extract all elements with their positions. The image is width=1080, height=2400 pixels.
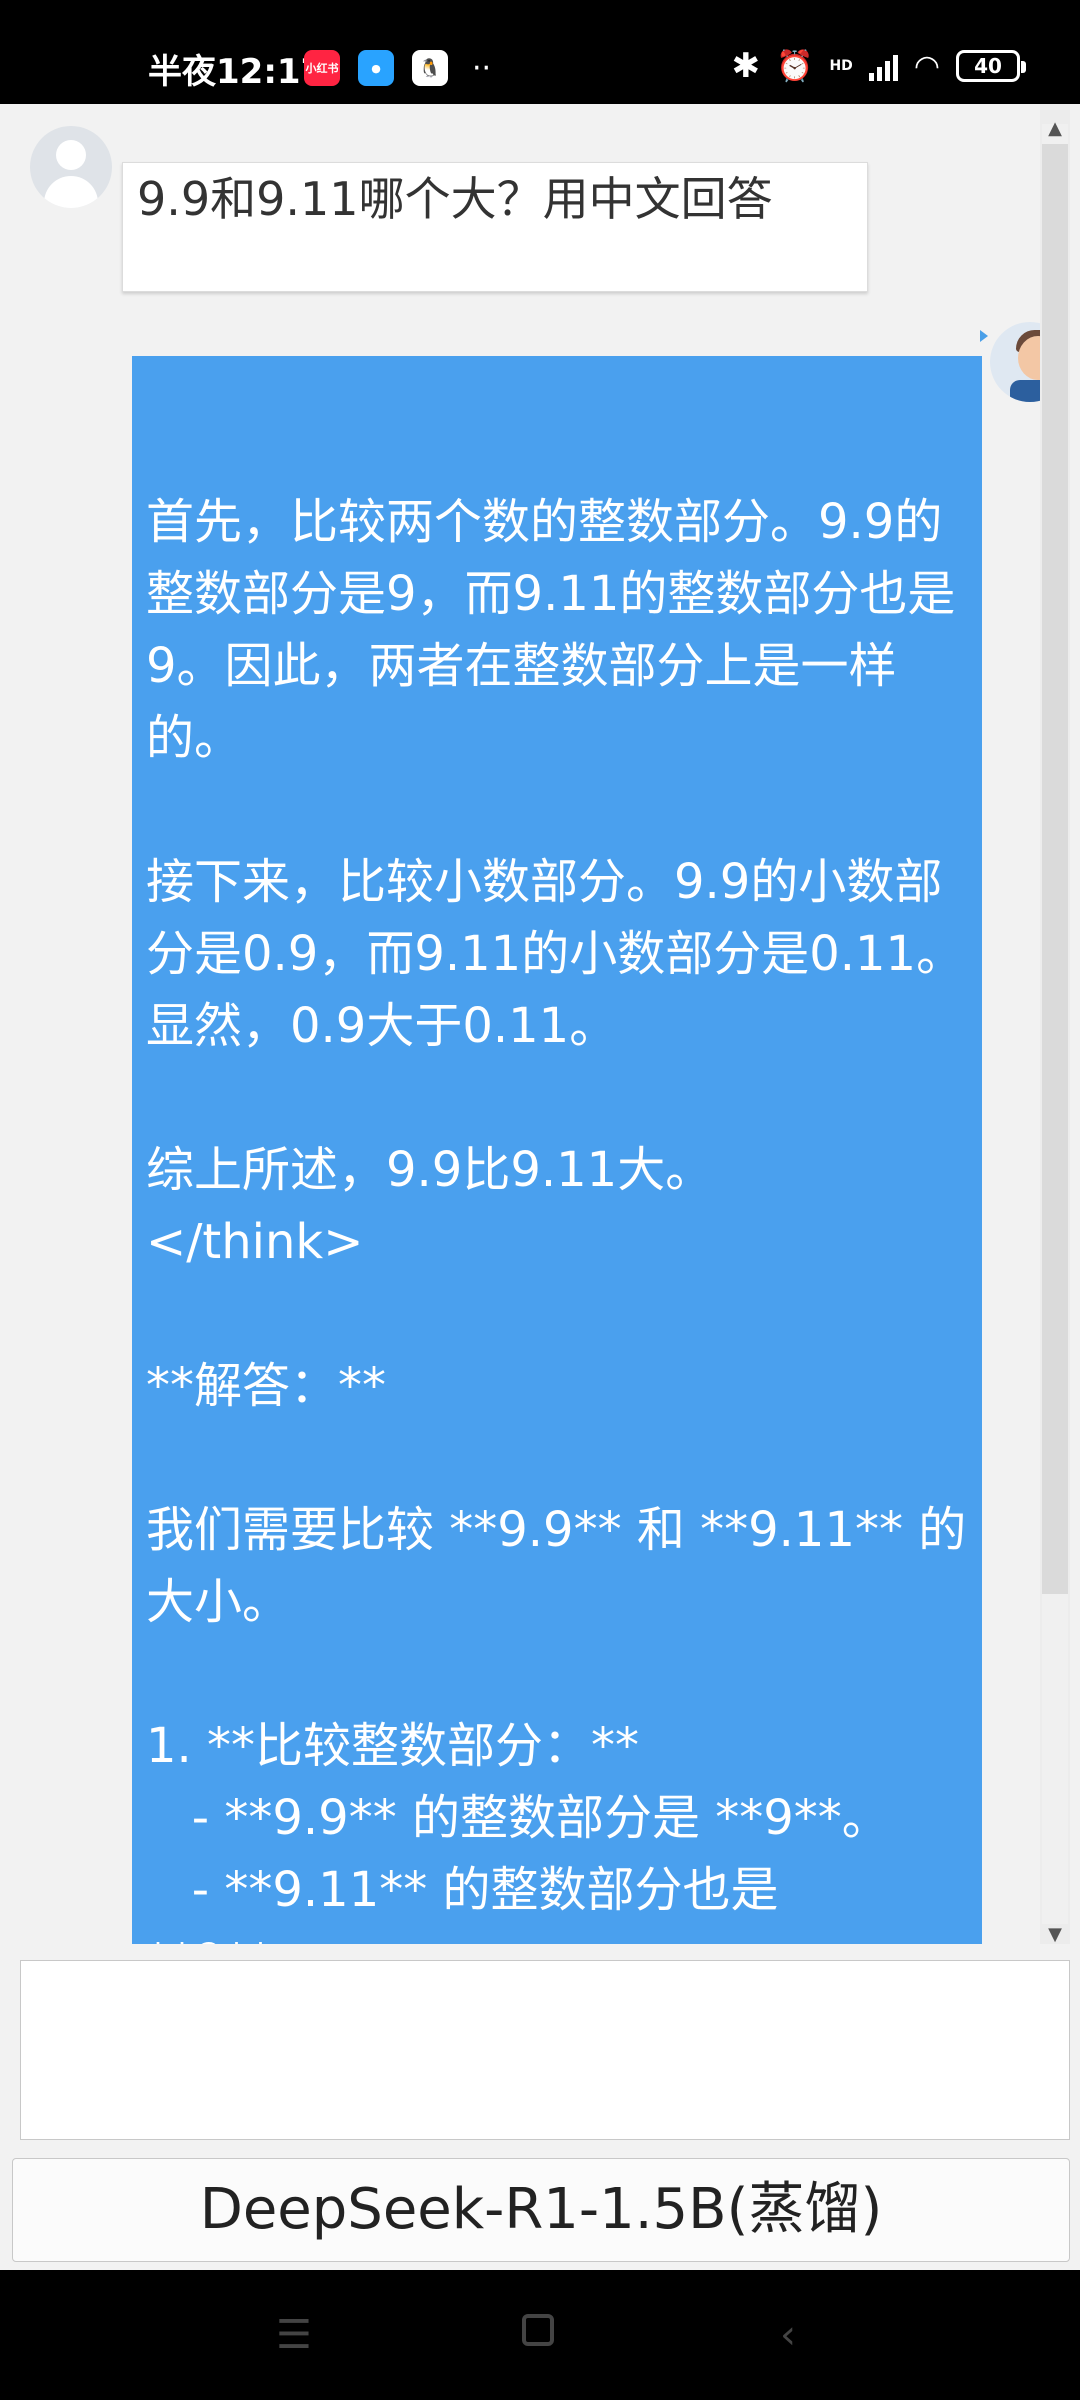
chat-app: 9.9和9.11哪个大？用中文回答 首先，比较两个数的整数部分。9.9的整数部分… bbox=[0, 104, 1080, 2270]
navigation-bar: ☰ ‹ bbox=[0, 2270, 1080, 2400]
status-bar: 半夜12:17 小红书 ● 🐧 ·· ✱ ⏰ HD ◠ 40 bbox=[0, 0, 1080, 104]
user-message: 9.9和9.11哪个大？用中文回答 bbox=[122, 162, 868, 292]
more-dots: ·· bbox=[472, 50, 492, 86]
scroll-up-arrow-icon[interactable]: ▲ bbox=[1044, 118, 1066, 140]
clock: 半夜12:17 bbox=[148, 52, 325, 92]
bubble-tail bbox=[980, 330, 988, 342]
menu-icon[interactable]: ☰ bbox=[276, 2312, 312, 2358]
notification-icons: 小红书 ● 🐧 ·· bbox=[304, 50, 491, 86]
bot-avatar-icon bbox=[990, 322, 1040, 402]
alarm-icon: ⏰ bbox=[776, 48, 814, 84]
battery-icon: 40 bbox=[956, 50, 1026, 82]
home-icon[interactable] bbox=[522, 2314, 554, 2346]
bluetooth-icon: ✱ bbox=[731, 46, 761, 86]
chat-scroll-area[interactable]: 9.9和9.11哪个大？用中文回答 首先，比较两个数的整数部分。9.9的整数部分… bbox=[0, 104, 1040, 1944]
qq-icon: 🐧 bbox=[412, 50, 448, 86]
scroll-down-arrow-icon[interactable]: ▼ bbox=[1044, 1924, 1066, 1946]
xiaohongshu-icon: 小红书 bbox=[304, 50, 340, 86]
wifi-icon: ◠ bbox=[913, 48, 940, 84]
model-select-button[interactable]: DeepSeek-R1-1.5B(蒸馏) bbox=[12, 2158, 1070, 2262]
user-avatar-icon bbox=[30, 126, 112, 208]
signal-icon bbox=[868, 51, 898, 81]
hd-label: HD bbox=[829, 58, 853, 74]
back-icon[interactable]: ‹ bbox=[780, 2312, 796, 2358]
message-icon: ● bbox=[358, 50, 394, 86]
vertical-scrollbar[interactable]: ▲ ▼ bbox=[1040, 104, 1070, 1946]
system-status: ✱ ⏰ HD ◠ 40 bbox=[731, 46, 1026, 86]
bot-message: 首先，比较两个数的整数部分。9.9的整数部分是9，而9.11的整数部分也是9。因… bbox=[132, 356, 982, 1944]
battery-level: 40 bbox=[974, 54, 1002, 78]
message-input[interactable] bbox=[20, 1960, 1070, 2140]
bot-message-text: 首先，比较两个数的整数部分。9.9的整数部分是9，而9.11的整数部分也是9。因… bbox=[146, 494, 967, 1944]
scrollbar-thumb[interactable] bbox=[1042, 144, 1068, 1594]
